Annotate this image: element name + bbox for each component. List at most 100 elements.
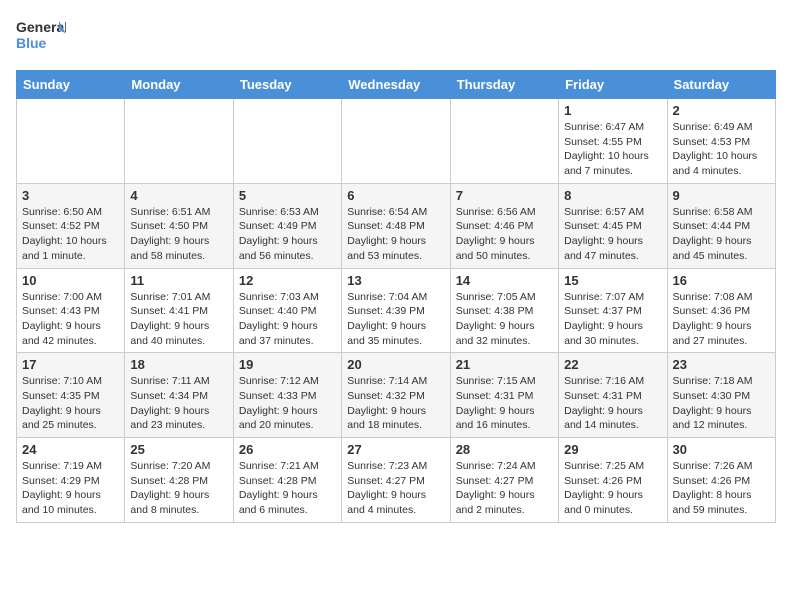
calendar-cell: 6 Sunrise: 6:54 AMSunset: 4:48 PMDaylight…	[342, 183, 450, 268]
day-number: 23	[673, 357, 770, 372]
day-info: Sunrise: 7:12 AMSunset: 4:33 PMDaylight:…	[239, 374, 336, 433]
weekday-header-saturday: Saturday	[667, 71, 775, 99]
day-number: 11	[130, 273, 227, 288]
calendar-cell: 16Sunrise: 7:08 AMSunset: 4:36 PMDayligh…	[667, 268, 775, 353]
day-number: 25	[130, 442, 227, 457]
calendar-cell: 25 Sunrise: 7:20 AMSunset: 4:28 PMDayligh…	[125, 438, 233, 523]
day-info: Sunrise: 7:20 AMSunset: 4:28 PMDaylight:…	[130, 459, 227, 518]
day-info: Sunrise: 6:58 AMSunset: 4:44 PMDaylight:…	[673, 205, 770, 264]
day-number: 17	[22, 357, 119, 372]
day-number: 18	[130, 357, 227, 372]
day-info: Sunrise: 7:03 AMSunset: 4:40 PMDaylight:…	[239, 290, 336, 349]
calendar-cell: 7 Sunrise: 6:56 AMSunset: 4:46 PMDaylight…	[450, 183, 558, 268]
day-number: 21	[456, 357, 553, 372]
day-info: Sunrise: 6:50 AMSunset: 4:52 PMDaylight:…	[22, 205, 119, 264]
day-info: Sunrise: 7:24 AMSunset: 4:27 PMDaylight:…	[456, 459, 553, 518]
day-number: 30	[673, 442, 770, 457]
day-info: Sunrise: 7:16 AMSunset: 4:31 PMDaylight:…	[564, 374, 661, 433]
calendar-cell	[125, 99, 233, 184]
calendar-cell: 15Sunrise: 7:07 AMSunset: 4:37 PMDayligh…	[559, 268, 667, 353]
weekday-header-sunday: Sunday	[17, 71, 125, 99]
day-info: Sunrise: 6:54 AMSunset: 4:48 PMDaylight:…	[347, 205, 444, 264]
calendar-cell: 10 Sunrise: 7:00 AMSunset: 4:43 PMDayligh…	[17, 268, 125, 353]
day-info: Sunrise: 6:47 AMSunset: 4:55 PMDaylight:…	[564, 120, 661, 179]
day-number: 26	[239, 442, 336, 457]
weekday-header-thursday: Thursday	[450, 71, 558, 99]
day-number: 7	[456, 188, 553, 203]
day-number: 10	[22, 273, 119, 288]
day-info: Sunrise: 7:07 AMSunset: 4:37 PMDaylight:…	[564, 290, 661, 349]
day-number: 13	[347, 273, 444, 288]
day-info: Sunrise: 7:11 AMSunset: 4:34 PMDaylight:…	[130, 374, 227, 433]
calendar-cell: 1 Sunrise: 6:47 AMSunset: 4:55 PMDaylight…	[559, 99, 667, 184]
calendar-week-3: 10 Sunrise: 7:00 AMSunset: 4:43 PMDayligh…	[17, 268, 776, 353]
calendar-cell: 17 Sunrise: 7:10 AMSunset: 4:35 PMDayligh…	[17, 353, 125, 438]
day-number: 20	[347, 357, 444, 372]
page-header: General Blue	[16, 16, 776, 58]
weekday-header-row: SundayMondayTuesdayWednesdayThursdayFrid…	[17, 71, 776, 99]
weekday-header-monday: Monday	[125, 71, 233, 99]
day-info: Sunrise: 7:18 AMSunset: 4:30 PMDaylight:…	[673, 374, 770, 433]
day-info: Sunrise: 7:04 AMSunset: 4:39 PMDaylight:…	[347, 290, 444, 349]
svg-text:General: General	[16, 19, 66, 35]
day-number: 19	[239, 357, 336, 372]
calendar-cell: 19 Sunrise: 7:12 AMSunset: 4:33 PMDayligh…	[233, 353, 341, 438]
calendar-cell: 26 Sunrise: 7:21 AMSunset: 4:28 PMDayligh…	[233, 438, 341, 523]
day-number: 22	[564, 357, 661, 372]
day-info: Sunrise: 7:25 AMSunset: 4:26 PMDaylight:…	[564, 459, 661, 518]
day-number: 5	[239, 188, 336, 203]
calendar-cell	[17, 99, 125, 184]
day-number: 16	[673, 273, 770, 288]
day-info: Sunrise: 6:56 AMSunset: 4:46 PMDaylight:…	[456, 205, 553, 264]
calendar-cell: 3 Sunrise: 6:50 AMSunset: 4:52 PMDaylight…	[17, 183, 125, 268]
day-number: 6	[347, 188, 444, 203]
calendar-cell: 18 Sunrise: 7:11 AMSunset: 4:34 PMDayligh…	[125, 353, 233, 438]
day-info: Sunrise: 7:05 AMSunset: 4:38 PMDaylight:…	[456, 290, 553, 349]
calendar-cell: 22 Sunrise: 7:16 AMSunset: 4:31 PMDayligh…	[559, 353, 667, 438]
calendar-week-1: 1 Sunrise: 6:47 AMSunset: 4:55 PMDaylight…	[17, 99, 776, 184]
svg-text:Blue: Blue	[16, 35, 47, 51]
logo-svg: General Blue	[16, 16, 66, 58]
day-info: Sunrise: 7:00 AMSunset: 4:43 PMDaylight:…	[22, 290, 119, 349]
day-info: Sunrise: 7:14 AMSunset: 4:32 PMDaylight:…	[347, 374, 444, 433]
day-number: 2	[673, 103, 770, 118]
day-info: Sunrise: 6:57 AMSunset: 4:45 PMDaylight:…	[564, 205, 661, 264]
calendar-cell: 12 Sunrise: 7:03 AMSunset: 4:40 PMDayligh…	[233, 268, 341, 353]
calendar-week-2: 3 Sunrise: 6:50 AMSunset: 4:52 PMDaylight…	[17, 183, 776, 268]
calendar-cell: 9Sunrise: 6:58 AMSunset: 4:44 PMDaylight…	[667, 183, 775, 268]
day-info: Sunrise: 7:15 AMSunset: 4:31 PMDaylight:…	[456, 374, 553, 433]
day-info: Sunrise: 7:01 AMSunset: 4:41 PMDaylight:…	[130, 290, 227, 349]
weekday-header-friday: Friday	[559, 71, 667, 99]
calendar-cell: 21 Sunrise: 7:15 AMSunset: 4:31 PMDayligh…	[450, 353, 558, 438]
calendar-cell: 28 Sunrise: 7:24 AMSunset: 4:27 PMDayligh…	[450, 438, 558, 523]
calendar-table: SundayMondayTuesdayWednesdayThursdayFrid…	[16, 70, 776, 523]
calendar-cell: 4 Sunrise: 6:51 AMSunset: 4:50 PMDaylight…	[125, 183, 233, 268]
day-number: 28	[456, 442, 553, 457]
day-number: 8	[564, 188, 661, 203]
logo: General Blue	[16, 16, 66, 58]
day-number: 12	[239, 273, 336, 288]
day-number: 4	[130, 188, 227, 203]
day-number: 27	[347, 442, 444, 457]
calendar-week-4: 17 Sunrise: 7:10 AMSunset: 4:35 PMDayligh…	[17, 353, 776, 438]
day-info: Sunrise: 6:51 AMSunset: 4:50 PMDaylight:…	[130, 205, 227, 264]
calendar-cell: 23 Sunrise: 7:18 AMSunset: 4:30 PMDayligh…	[667, 353, 775, 438]
day-info: Sunrise: 7:10 AMSunset: 4:35 PMDaylight:…	[22, 374, 119, 433]
calendar-week-5: 24 Sunrise: 7:19 AMSunset: 4:29 PMDayligh…	[17, 438, 776, 523]
calendar-cell: 11 Sunrise: 7:01 AMSunset: 4:41 PMDayligh…	[125, 268, 233, 353]
calendar-cell	[342, 99, 450, 184]
day-number: 3	[22, 188, 119, 203]
calendar-cell: 5Sunrise: 6:53 AMSunset: 4:49 PMDaylight…	[233, 183, 341, 268]
day-info: Sunrise: 7:19 AMSunset: 4:29 PMDaylight:…	[22, 459, 119, 518]
day-number: 1	[564, 103, 661, 118]
calendar-cell: 8 Sunrise: 6:57 AMSunset: 4:45 PMDaylight…	[559, 183, 667, 268]
day-info: Sunrise: 7:21 AMSunset: 4:28 PMDaylight:…	[239, 459, 336, 518]
calendar-cell: 24 Sunrise: 7:19 AMSunset: 4:29 PMDayligh…	[17, 438, 125, 523]
day-number: 24	[22, 442, 119, 457]
calendar-cell: 20 Sunrise: 7:14 AMSunset: 4:32 PMDayligh…	[342, 353, 450, 438]
calendar-cell: 13 Sunrise: 7:04 AMSunset: 4:39 PMDayligh…	[342, 268, 450, 353]
day-info: Sunrise: 7:26 AMSunset: 4:26 PMDaylight:…	[673, 459, 770, 518]
calendar-cell: 27Sunrise: 7:23 AMSunset: 4:27 PMDayligh…	[342, 438, 450, 523]
day-number: 29	[564, 442, 661, 457]
calendar-cell: 2Sunrise: 6:49 AMSunset: 4:53 PMDaylight…	[667, 99, 775, 184]
